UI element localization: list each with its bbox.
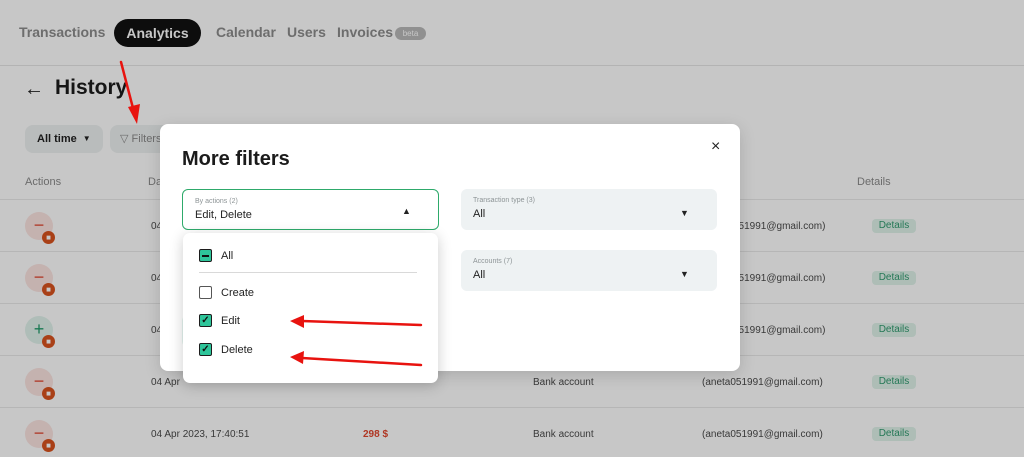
annotation-arrow-line	[300, 319, 423, 327]
annotation-arrow-line	[119, 60, 136, 114]
arrowhead-icon	[128, 104, 140, 124]
annotation-arrow-line	[300, 356, 423, 367]
annotation-arrows	[119, 60, 423, 367]
arrowhead-icon	[290, 351, 304, 364]
arrowhead-icon	[290, 315, 304, 328]
